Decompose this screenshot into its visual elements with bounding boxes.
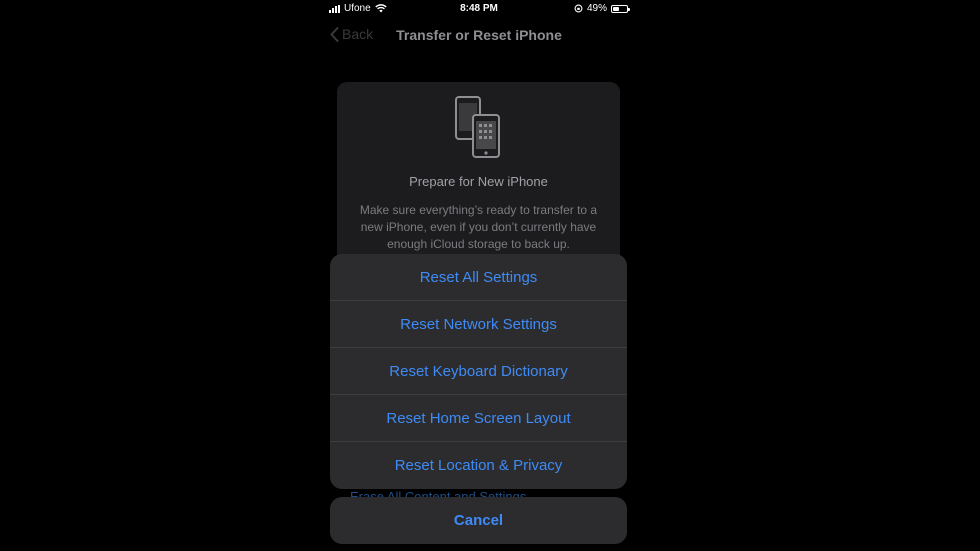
reset-action-sheet: Reset All Settings Reset Network Setting… <box>330 254 627 489</box>
reset-location-privacy-option[interactable]: Reset Location & Privacy <box>330 442 627 489</box>
orientation-lock-icon <box>574 4 583 13</box>
cancel-button[interactable]: Cancel <box>330 497 627 544</box>
reset-home-screen-layout-option[interactable]: Reset Home Screen Layout <box>330 395 627 442</box>
reset-keyboard-dictionary-option[interactable]: Reset Keyboard Dictionary <box>330 348 627 395</box>
battery-icon <box>611 4 630 13</box>
status-right: 49% <box>574 3 630 14</box>
battery-percent: 49% <box>586 3 607 14</box>
page-title: Transfer or Reset iPhone <box>396 27 562 43</box>
status-bar: Ufone 8:48 PM 49% <box>320 0 638 18</box>
prepare-title: Prepare for New iPhone <box>409 174 548 189</box>
prepare-description: Make sure everything’s ready to transfer… <box>359 203 598 251</box>
phone-screen: Ufone 8:48 PM 49% Back Transfer or Reset… <box>320 0 638 551</box>
reset-network-settings-option[interactable]: Reset Network Settings <box>330 301 627 348</box>
reset-all-settings-option[interactable]: Reset All Settings <box>330 254 627 301</box>
prepare-for-new-iphone-card[interactable]: Prepare for New iPhone Make sure everyth… <box>337 82 620 282</box>
navigation-bar: Back Transfer or Reset iPhone <box>320 22 638 48</box>
two-phones-icon <box>455 96 500 158</box>
